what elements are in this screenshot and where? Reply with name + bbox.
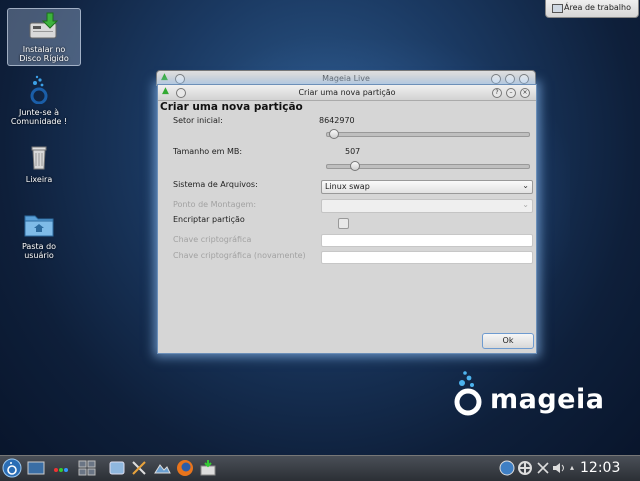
desktop-toolbox-button[interactable]: Área de trabalho [545,0,639,18]
start-sector-label: Setor inicial: [173,116,223,125]
desktop-icon [552,4,563,13]
create-partition-dialog: ▲ Criar uma nova partição ? – × Criar um… [157,84,537,354]
chevron-down-icon: ⌄ [522,181,529,190]
mageia-app-icon: ▲ [161,72,168,82]
mageia-logo: mageia [448,370,604,420]
dialog-heading: Criar uma nova partição [160,101,303,113]
mount-point-select[interactable]: ⌄ [321,199,533,213]
pager-icon[interactable] [78,459,96,477]
ok-button[interactable]: Ok [482,333,534,349]
crypto-key-label: Chave criptográfica [173,235,252,244]
mount-point-label: Ponto de Montagem: [173,200,257,209]
install-label-2: Disco Rígido [19,54,69,63]
size-slider-handle[interactable] [350,161,360,171]
start-menu-icon[interactable] [2,458,22,478]
crypto-key-input[interactable] [321,234,533,247]
trash-icon [31,146,47,170]
firefox-icon[interactable] [176,459,194,477]
size-slider[interactable] [326,161,530,171]
activities-icon[interactable] [52,459,70,477]
control-center-icon[interactable] [153,459,171,477]
installer-task-icon[interactable] [199,459,217,477]
size-value: 507 [345,147,361,156]
taskbar: ▴ 12:03 [0,455,640,481]
volume-icon[interactable] [550,459,568,477]
tray-expand-icon[interactable]: ▴ [570,463,574,472]
install-label-1: Instalar no [22,45,66,54]
mageia-logo-icon [454,371,482,416]
desktop-icon-community[interactable]: Junte-se à Comunidade ! [3,74,75,126]
crypto-key-repeat-input[interactable] [321,251,533,264]
filesystem-select[interactable]: Linux swap ⌄ [321,180,533,194]
trash-label: Lixeira [25,175,53,184]
file-manager-icon[interactable] [108,459,126,477]
back-window-help-icon[interactable] [491,74,501,84]
dialog-minimize-icon[interactable]: – [506,88,516,98]
dialog-close-icon[interactable]: × [520,88,530,98]
back-window-close-icon[interactable] [519,74,529,84]
desktop-icon-trash[interactable]: Lixeira [3,143,75,184]
back-window-minimize-icon[interactable] [505,74,515,84]
home-folder-icon [24,215,54,237]
install-disk-icon [29,12,59,39]
desktop-icon-home[interactable]: Pasta do usuário [3,210,75,260]
chevron-down-icon: ⌄ [522,200,529,209]
dialog-help-icon[interactable]: ? [492,88,502,98]
encrypt-checkbox[interactable] [338,218,349,229]
settings-tools-icon[interactable] [130,459,148,477]
filesystem-label: Sistema de Arquivos: [173,180,258,189]
start-sector-slider-handle[interactable] [329,129,339,139]
network-icon[interactable] [498,459,516,477]
community-icon [30,75,48,105]
home-label-1: Pasta do [21,242,57,251]
desktop-icon-install[interactable]: Instalar no Disco Rígido [7,8,81,66]
start-sector-slider[interactable] [326,129,530,139]
dialog-title: Criar uma nova partição [298,88,396,97]
community-label-1: Junte-se à [19,108,59,117]
back-window-title: Mageia Live [322,74,370,83]
show-desktop-icon[interactable] [27,459,45,477]
encrypt-label: Encriptar partição [173,215,245,224]
start-sector-value: 8642970 [319,116,355,125]
mageia-logo-text: mageia [490,384,605,415]
filesystem-value: Linux swap [325,182,370,191]
community-label-2: Comunidade ! [10,117,68,126]
update-icon[interactable] [516,459,534,477]
dialog-titlebar[interactable]: ▲ Criar uma nova partição ? – × [158,85,536,101]
size-label: Tamanho em MB: [173,147,243,156]
desktop-button-label: Área de trabalho [564,3,631,12]
back-window-menu-icon[interactable] [175,74,185,84]
home-label-2: usuário [24,251,54,260]
clock[interactable]: 12:03 [580,460,620,476]
crypto-key-repeat-label: Chave criptográfica (novamente) [173,251,306,260]
